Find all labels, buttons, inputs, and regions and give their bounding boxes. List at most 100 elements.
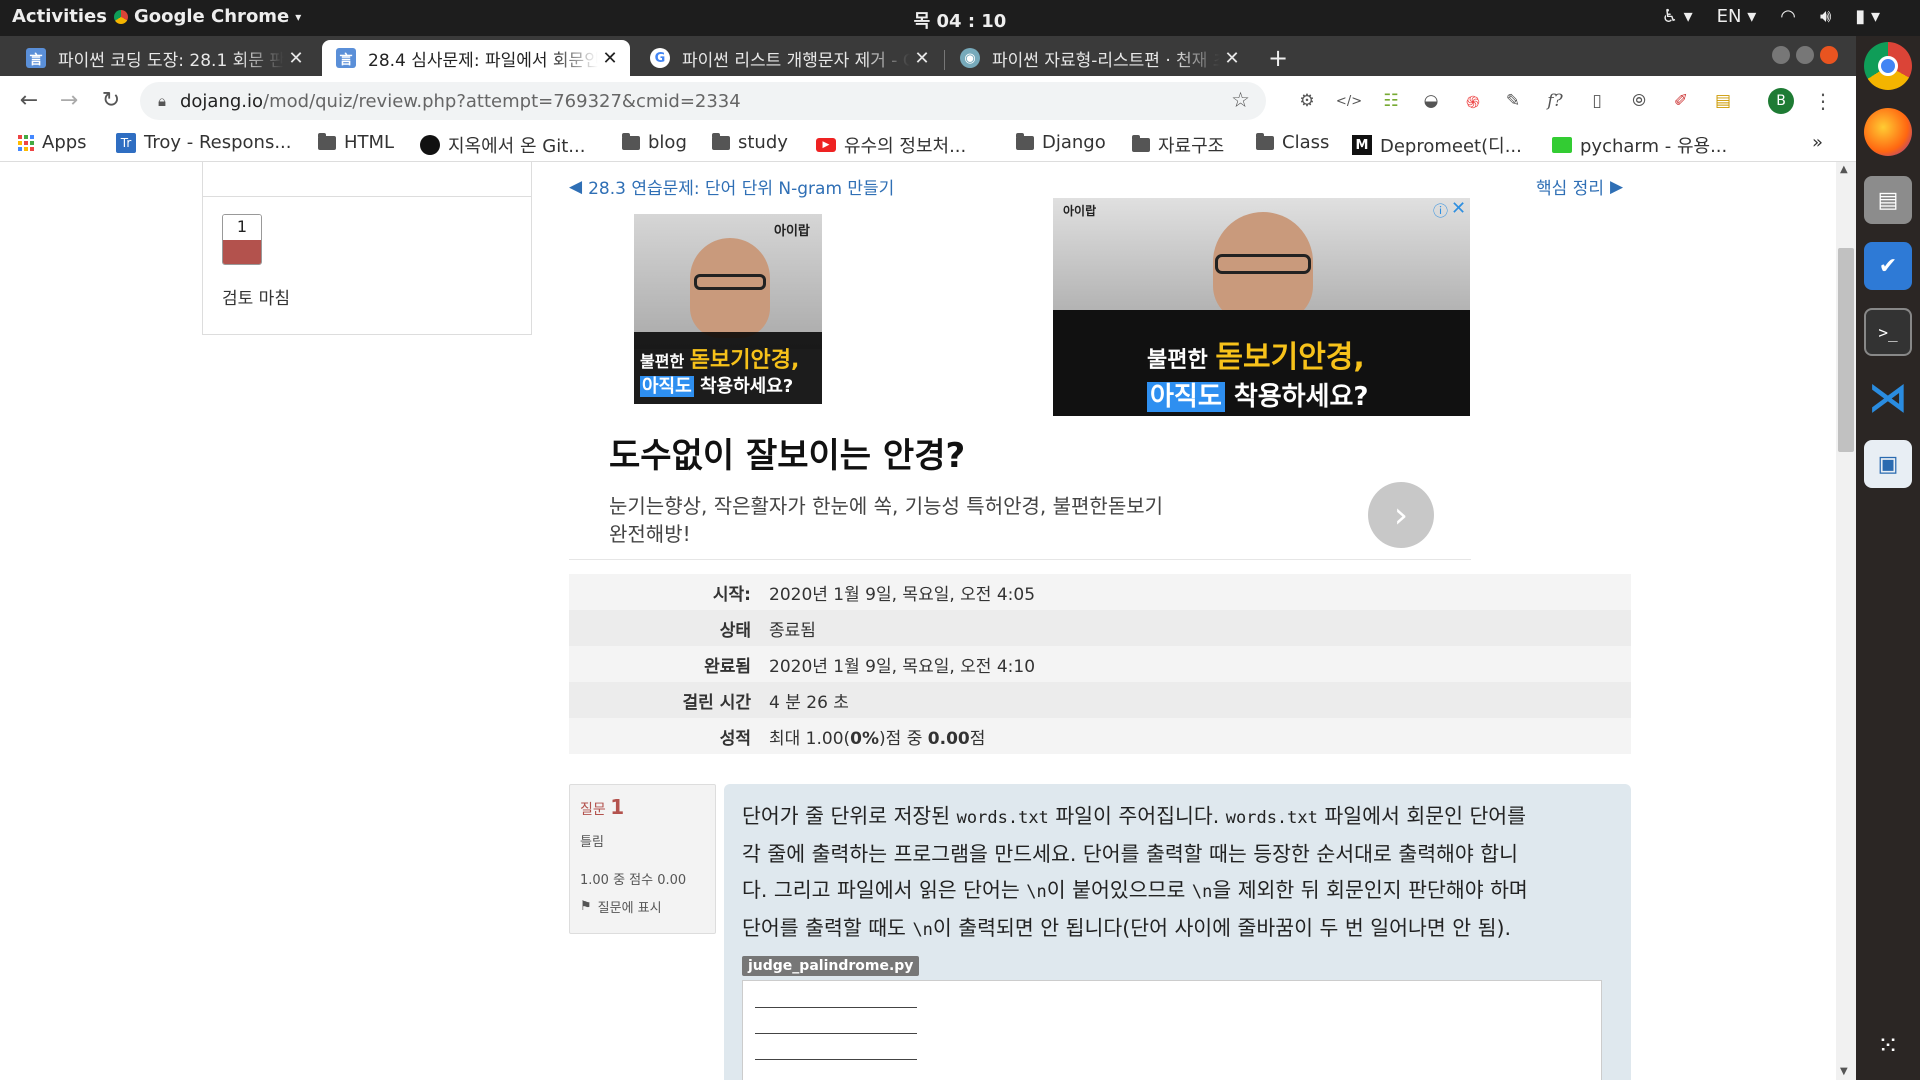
medium-icon: M (1352, 135, 1372, 155)
triangle-right-icon: ▶ (1609, 176, 1624, 197)
battery-icon[interactable]: ▮ ▾ (1855, 6, 1880, 27)
extension-eye-icon[interactable]: ◒ (1418, 88, 1444, 114)
close-tab-icon[interactable]: ✕ (1220, 48, 1244, 69)
close-tab-icon[interactable]: ✕ (910, 48, 934, 69)
extension-eyedropper-icon[interactable]: ✎ (1500, 88, 1526, 114)
bookmark-troy[interactable]: Tr Troy - Respons... (116, 132, 292, 153)
bookmark-study[interactable]: study (712, 132, 788, 153)
question-number-label: 질문 1 (580, 795, 625, 819)
app-menu[interactable]: Google Chrome ▾ (114, 6, 301, 27)
bookmark-label: blog (648, 132, 687, 153)
extension-braces-icon[interactable]: ⦾ (1626, 88, 1652, 114)
file-name-badge: judge_palindrome.py (742, 956, 920, 976)
bookmark-class[interactable]: Class (1256, 132, 1329, 153)
close-tab-icon[interactable]: ✕ (284, 48, 308, 69)
finish-review-link[interactable]: 검토 마침 (222, 284, 290, 309)
close-tab-icon[interactable]: ✕ (598, 48, 622, 69)
question-nav-button[interactable]: 1 (222, 214, 262, 265)
image-viewer-dock-icon[interactable]: ▣ (1864, 440, 1912, 488)
code-answer-box[interactable] (742, 980, 1602, 1080)
tab-item[interactable]: G 파이썬 리스트 개행문자 제거 - Google 검색 ✕ (636, 40, 942, 76)
tab-title: 파이썬 코딩 도장: 28.1 회문 판별하기 (58, 50, 284, 71)
bookmark-pycharm[interactable]: pycharm - 유용... (1552, 132, 1727, 158)
question-content: 단어가 줄 단위로 저장된 words.txt 파일이 주어집니다. words… (724, 784, 1631, 1080)
menu-kebab-icon[interactable]: ⋮ (1810, 88, 1836, 114)
ad-large-line2: 아직도 착용하세요? (1147, 376, 1369, 413)
ad-image-large[interactable]: 아이랍 ⓘ ✕ 불편한 돋보기안경, 아직도 착용하세요? (1053, 198, 1470, 416)
advertisement[interactable]: 아이랍 불편한 돋보기안경, 아직도 착용하세요? 아이랍 ⓘ ✕ 불편한 돋보… (569, 198, 1471, 560)
reload-icon[interactable]: ↻ (96, 88, 126, 113)
bookmark-label: 지옥에서 온 Git... (448, 136, 586, 157)
dojang-favicon-icon: 言 (26, 48, 46, 68)
forward-arrow-icon[interactable]: → (54, 88, 84, 113)
chrome-dock-icon[interactable] (1864, 42, 1912, 90)
bookmarks-bar: Apps Tr Troy - Respons... HTML 지옥에서 온 Gi… (0, 126, 1856, 162)
adchoices-icon[interactable]: ⓘ (1433, 200, 1448, 221)
attempt-info-value: 최대 1.00(0%)점 중 0.00점 (769, 728, 986, 749)
bookmark-star-icon[interactable]: ☆ (1231, 88, 1250, 112)
incorrect-marker (223, 240, 261, 264)
extension-swirl-icon[interactable]: ֍ (1460, 88, 1486, 114)
bookmark-django[interactable]: Django (1016, 132, 1106, 153)
todo-dock-icon[interactable]: ✔ (1864, 242, 1912, 290)
address-bar[interactable]: 🔒︎ dojang.io/mod/quiz/review.php?attempt… (140, 82, 1266, 120)
question-status: 틀림 (580, 835, 604, 850)
ad-chevron-right-icon[interactable]: › (1368, 482, 1434, 548)
scrollbar-thumb[interactable] (1838, 248, 1854, 452)
ad-image-small[interactable]: 아이랍 불편한 돋보기안경, 아직도 착용하세요? (634, 214, 822, 404)
scroll-down-icon[interactable]: ▼ (1840, 1066, 1848, 1077)
bookmark-git[interactable]: 지옥에서 온 Git... (420, 132, 585, 158)
firefox-dock-icon[interactable] (1864, 108, 1912, 156)
volume-icon[interactable]: 🔊︎ (1820, 6, 1831, 27)
glasses-icon (1215, 254, 1311, 274)
ad-close-icon[interactable]: ✕ (1451, 198, 1466, 219)
flag-question-link[interactable]: ⚑ 질문에 표시 (580, 897, 662, 916)
prev-page-link[interactable]: ◀ 28.3 연습문제: 단어 단위 N-gram 만들기 (569, 174, 895, 200)
window-controls (1772, 46, 1838, 64)
wifi-icon[interactable]: ◠ (1780, 6, 1796, 27)
prev-link-label: 28.3 연습문제: 단어 단위 N-gram 만들기 (588, 179, 895, 199)
ad-description-line2: 완전해방! (609, 522, 691, 546)
next-page-link[interactable]: 핵심 정리 ▶ (1536, 174, 1624, 200)
maximize-icon[interactable] (1796, 46, 1814, 64)
bookmark-datastructure[interactable]: 자료구조 (1132, 132, 1224, 158)
extension-folder-icon[interactable]: ▤ (1710, 88, 1736, 114)
ad-small-line1: 불편한 돋보기안경, (640, 348, 800, 373)
lock-icon[interactable]: 🔒︎ (158, 92, 166, 110)
show-apps-grid-icon[interactable]: ⁙ (1864, 1022, 1912, 1070)
attempt-info-value: 종료됨 (769, 620, 816, 641)
extension-ladder-icon[interactable]: ☷ (1378, 88, 1404, 114)
scroll-up-icon[interactable]: ▲ (1840, 164, 1848, 175)
ad-brand: 아이랍 (1063, 204, 1097, 218)
bookmark-depromeet[interactable]: M Depromeet(디... (1352, 132, 1522, 158)
system-tray[interactable]: ♿ ▾ EN ▾ ◠ 🔊︎ ▮ ▾ (1662, 6, 1880, 27)
extension-function-icon[interactable]: f? (1542, 88, 1568, 114)
language-indicator[interactable]: EN ▾ (1717, 6, 1757, 27)
glasses-icon (694, 274, 766, 290)
minimize-icon[interactable] (1772, 46, 1790, 64)
extension-phone-icon[interactable]: ▯ (1584, 88, 1610, 114)
url-host: dojang.io (179, 90, 264, 112)
close-window-icon[interactable] (1820, 46, 1838, 64)
extension-gear-icon[interactable]: ⚙ (1294, 88, 1320, 114)
bookmark-apps[interactable]: Apps (18, 132, 87, 153)
tab-item-active[interactable]: 言 28.4 심사문제: 파일에서 회문인 단어 출력하기 ✕ (322, 40, 630, 76)
bookmark-blog[interactable]: blog (622, 132, 687, 153)
extension-code-icon[interactable]: </> (1336, 88, 1362, 114)
accessibility-icon[interactable]: ♿ ▾ (1662, 6, 1693, 27)
extension-pen-icon[interactable]: ✐ (1668, 88, 1694, 114)
terminal-dock-icon[interactable]: >_ (1864, 308, 1912, 356)
files-dock-icon[interactable]: ▤ (1864, 176, 1912, 224)
profile-avatar[interactable]: B (1768, 88, 1794, 114)
ad-headline[interactable]: 도수없이 잘보이는 안경? (609, 428, 965, 477)
back-arrow-icon[interactable]: ← (14, 88, 44, 113)
tab-item[interactable]: 言 파이썬 코딩 도장: 28.1 회문 판별하기 ✕ (12, 40, 316, 76)
blog-favicon-icon: ◉ (960, 48, 980, 68)
bookmarks-overflow-icon[interactable]: » (1812, 132, 1823, 153)
new-tab-button[interactable]: + (1268, 44, 1288, 72)
bookmark-html[interactable]: HTML (318, 132, 394, 153)
tab-item[interactable]: ◉ 파이썬 자료형-리스트편 · 천재 초보 개발자 ✕ (946, 40, 1252, 76)
bookmark-youtube[interactable]: ▶ 유수의 정보처... (816, 132, 966, 158)
activities-button[interactable]: Activities (12, 6, 107, 27)
vscode-dock-icon[interactable]: ⋊ (1864, 374, 1912, 422)
